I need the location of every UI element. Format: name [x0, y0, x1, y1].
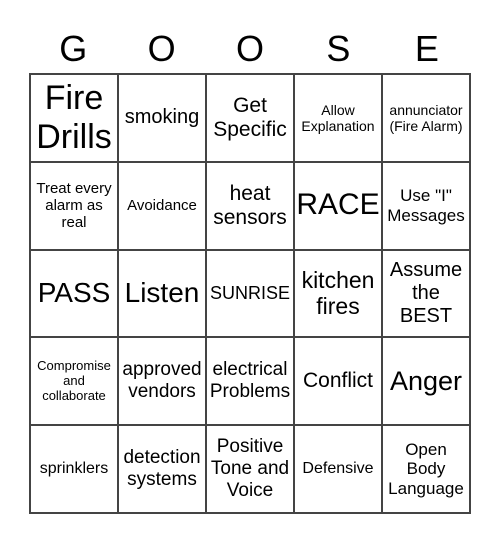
bingo-cell[interactable]: approved vendors: [118, 337, 206, 426]
bingo-cell[interactable]: Fire Drills: [30, 74, 118, 162]
bingo-cell[interactable]: annunciator (Fire Alarm): [382, 74, 470, 162]
bingo-cell[interactable]: SUNRISE: [206, 249, 294, 338]
bingo-cell[interactable]: Assume the BEST: [382, 249, 470, 338]
bingo-cell[interactable]: Open Body Language: [382, 425, 470, 513]
bingo-cell[interactable]: Positive Tone and Voice: [206, 425, 294, 513]
bingo-cell[interactable]: RACE: [294, 161, 382, 250]
bingo-cell[interactable]: Defensive: [294, 425, 382, 513]
bingo-cell[interactable]: Treat every alarm as real: [30, 161, 118, 250]
bingo-cell[interactable]: Conflict: [294, 337, 382, 426]
bingo-cell[interactable]: PASS: [30, 249, 118, 338]
bingo-cell[interactable]: sprinklers: [30, 425, 118, 513]
bingo-cell[interactable]: electrical Problems: [206, 337, 294, 426]
bingo-cell[interactable]: kitchen fires: [294, 249, 382, 338]
bingo-header: G O O S E: [29, 26, 471, 72]
bingo-cell[interactable]: detection systems: [118, 425, 206, 513]
bingo-cell[interactable]: Avoidance: [118, 161, 206, 250]
bingo-cell[interactable]: heat sensors: [206, 161, 294, 250]
bingo-cell[interactable]: Listen: [118, 249, 206, 338]
bingo-cell[interactable]: Get Specific: [206, 74, 294, 162]
header-letter: E: [414, 28, 439, 69]
header-letter: O: [147, 28, 176, 69]
bingo-cell[interactable]: Anger: [382, 337, 470, 426]
bingo-cell[interactable]: Allow Explanation: [294, 74, 382, 162]
bingo-cell[interactable]: smoking: [118, 74, 206, 162]
bingo-grid: Fire Drills smoking Get Specific Allow Expl…: [29, 73, 471, 514]
header-letter: G: [59, 28, 88, 69]
bingo-cell[interactable]: Use "I" Messages: [382, 161, 470, 250]
header-letter: O: [236, 28, 265, 69]
header-letter: S: [326, 28, 351, 69]
bingo-cell[interactable]: Compromise and collaborate: [30, 337, 118, 426]
